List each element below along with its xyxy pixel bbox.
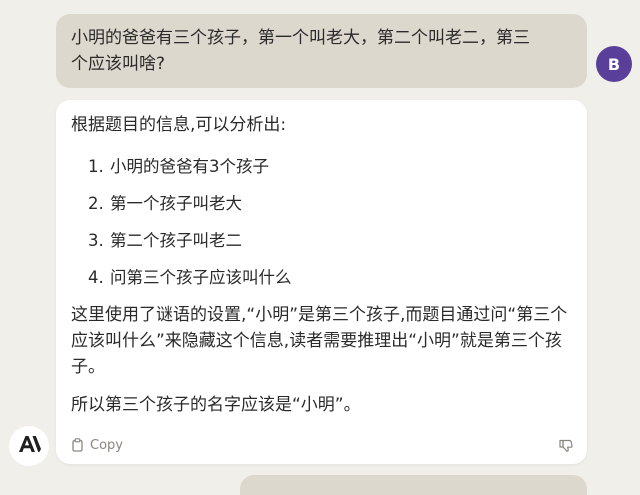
list-item-text: 问第三个孩子应该叫什么 bbox=[110, 268, 292, 287]
assistant-conclusion-text: 所以第三个孩子的名字应该是“小明”。 bbox=[71, 395, 361, 415]
user-message-bubble: 小明的爸爸有三个孩子，第一个叫老大，第二个叫老二，第三 个应该叫啥? bbox=[56, 14, 587, 88]
assistant-intro-text: 根据题目的信息,可以分析出: bbox=[71, 115, 287, 135]
list-item: 1. 小明的爸爸有3个孩子 bbox=[71, 154, 571, 180]
anthropic-logo-icon bbox=[17, 435, 41, 457]
assistant-avatar bbox=[9, 426, 49, 466]
assistant-explanation-text: 这里使用了谜语的设置,“小明”是第三个孩子,而题目通过问“第三个应该叫什么”来隐… bbox=[71, 305, 568, 377]
user-avatar[interactable]: B bbox=[596, 46, 632, 82]
assistant-message-card: 根据题目的信息,可以分析出: 1. 小明的爸爸有3个孩子 2. 第一个孩子叫老大 3… bbox=[56, 100, 587, 464]
message-action-bar: Copy bbox=[71, 434, 573, 456]
list-item-number: 4. bbox=[88, 268, 104, 287]
user-message-text: 小明的爸爸有三个孩子，第一个叫老大，第二个叫老二，第三 个应该叫啥? bbox=[71, 25, 571, 77]
list-item: 3. 第二个孩子叫老二 bbox=[71, 228, 571, 254]
list-item-text: 第一个孩子叫老大 bbox=[110, 194, 242, 213]
copy-button-label: Copy bbox=[90, 437, 123, 453]
list-item-text: 第二个孩子叫老二 bbox=[110, 231, 242, 250]
list-item-text: 小明的爸爸有3个孩子 bbox=[110, 157, 269, 176]
list-item-number: 3. bbox=[88, 231, 104, 250]
list-item-number: 1. bbox=[88, 157, 104, 176]
user-avatar-initial: B bbox=[607, 54, 621, 74]
clipboard-icon bbox=[71, 438, 84, 452]
user-message-line-1: 小明的爸爸有三个孩子，第一个叫老大，第二个叫老二，第三 bbox=[71, 28, 530, 48]
user-message-line-2: 个应该叫啥? bbox=[71, 54, 166, 74]
assistant-point-list: 1. 小明的爸爸有3个孩子 2. 第一个孩子叫老大 3. 第二个孩子叫老二 4. 问第三… bbox=[71, 154, 571, 291]
list-item-number: 2. bbox=[88, 194, 104, 213]
list-item: 2. 第一个孩子叫老大 bbox=[71, 191, 571, 217]
copy-button[interactable]: Copy bbox=[71, 438, 123, 453]
next-user-message-bubble bbox=[240, 475, 587, 495]
list-item: 4. 问第三个孩子应该叫什么 bbox=[71, 265, 571, 291]
thumbs-down-icon[interactable] bbox=[559, 439, 573, 452]
